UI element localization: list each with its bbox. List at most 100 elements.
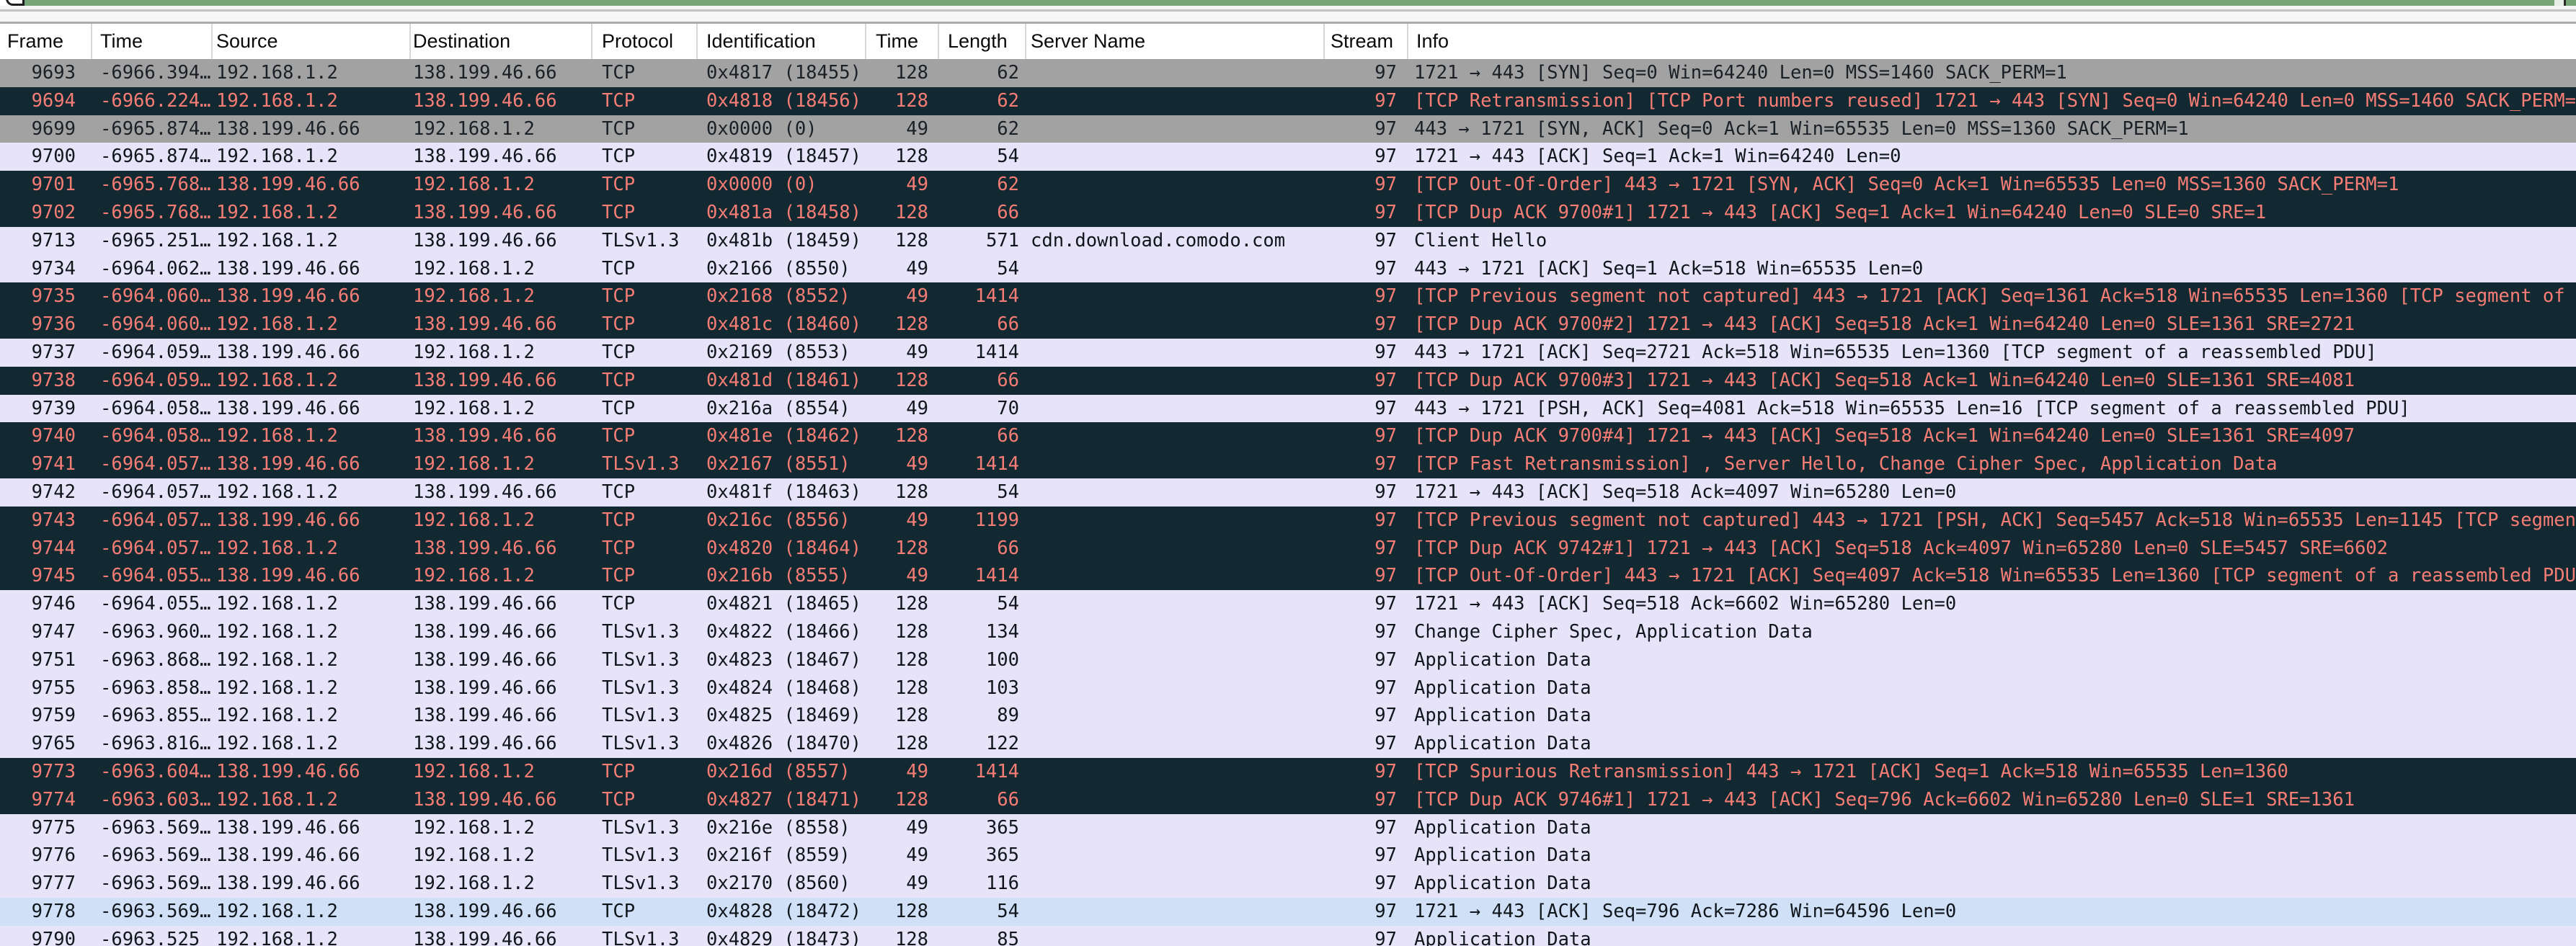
cell-frame: 9773	[31, 760, 76, 782]
cell-frame: 9737	[31, 341, 76, 363]
cell-destination: 192.168.1.2	[413, 844, 535, 867]
packet-row-9778[interactable]: 9778 -6963.569… 192.168.1.2 138.199.46.66 TC…	[0, 897, 2576, 926]
packet-list[interactable]: 9693 -6966.394… 192.168.1.2 138.199.46.66 TC…	[0, 59, 2576, 946]
packet-row-9743[interactable]: 9743 -6964.057… 138.199.46.66 192.168.1.2 TC…	[0, 506, 2576, 535]
packet-row-9775[interactable]: 9775 -6963.569… 138.199.46.66 192.168.1.2 TL…	[0, 813, 2576, 842]
packet-row-9701[interactable]: 9701 -6965.768… 138.199.46.66 192.168.1.2 TC…	[0, 171, 2576, 199]
cell-destination: 138.199.46.66	[413, 593, 557, 615]
cell-length: 54	[997, 593, 1019, 615]
cell-length: 85	[997, 928, 1019, 946]
cell-server-name	[1019, 702, 1325, 730]
cell-source: 192.168.1.2	[216, 369, 338, 391]
packet-row-9741[interactable]: 9741 -6964.057… 138.199.46.66 192.168.1.2 TL…	[0, 450, 2576, 478]
display-filter-bar[interactable]	[0, 0, 2576, 6]
packet-row-9755[interactable]: 9755 -6963.858… 192.168.1.2 138.199.46.66 TL…	[0, 674, 2576, 702]
cell-stream: 97	[1374, 677, 1397, 699]
column-header-server-name[interactable]: Server Name	[1026, 24, 1325, 59]
packet-row-9693[interactable]: 9693 -6966.394… 192.168.1.2 138.199.46.66 TC…	[0, 59, 2576, 87]
cell-identification: 0x4828 (18472)	[706, 900, 861, 922]
column-header-destination[interactable]: Destination	[411, 24, 592, 59]
cell-stream: 97	[1374, 900, 1397, 922]
packet-row-9737[interactable]: 9737 -6964.059… 138.199.46.66 192.168.1.2 TC…	[0, 338, 2576, 367]
cell-source: 192.168.1.2	[216, 593, 338, 615]
packet-row-9746[interactable]: 9746 -6964.055… 192.168.1.2 138.199.46.66 TC…	[0, 590, 2576, 618]
filter-input[interactable]	[25, 0, 2554, 6]
column-header-source[interactable]: Source	[213, 24, 411, 59]
packet-row-9735[interactable]: 9735 -6964.060… 138.199.46.66 192.168.1.2 TC…	[0, 282, 2576, 311]
cell-info: [TCP Dup ACK 9700#1] 1721 → 443 [ACK] Se…	[1414, 201, 2267, 223]
cell-time-2: 49	[906, 453, 928, 476]
packet-row-9742[interactable]: 9742 -6964.057… 192.168.1.2 138.199.46.66 TC…	[0, 478, 2576, 507]
cell-time-2: 128	[894, 425, 928, 447]
packet-row-9773[interactable]: 9773 -6963.604… 138.199.46.66 192.168.1.2 TC…	[0, 757, 2576, 786]
packet-row-9713[interactable]: 9713 -6965.251… 192.168.1.2 138.199.46.66 TL…	[0, 226, 2576, 255]
packet-row-9734[interactable]: 9734 -6964.062… 138.199.46.66 192.168.1.2 TC…	[0, 254, 2576, 283]
cell-time-2: 128	[894, 89, 928, 112]
cell-info: Application Data	[1414, 873, 1591, 895]
cell-frame: 9738	[31, 369, 76, 391]
cell-source: 138.199.46.66	[216, 760, 360, 782]
column-header-protocol[interactable]: Protocol	[592, 24, 698, 59]
cell-stream: 97	[1374, 453, 1397, 476]
packet-row-9700[interactable]: 9700 -6965.874… 192.168.1.2 138.199.46.66 TC…	[0, 143, 2576, 171]
column-header-stream[interactable]: Stream	[1325, 24, 1408, 59]
cell-identification: 0x4824 (18468)	[706, 677, 861, 699]
cell-source: 192.168.1.2	[216, 425, 338, 447]
cell-info: Application Data	[1414, 677, 1591, 699]
packet-row-9702[interactable]: 9702 -6965.768… 192.168.1.2 138.199.46.66 TC…	[0, 198, 2576, 227]
packet-row-9738[interactable]: 9738 -6964.059… 192.168.1.2 138.199.46.66 TC…	[0, 366, 2576, 395]
cell-frame: 9739	[31, 397, 76, 419]
packet-row-9739[interactable]: 9739 -6964.058… 138.199.46.66 192.168.1.2 TC…	[0, 394, 2576, 423]
packet-row-9774[interactable]: 9774 -6963.603… 192.168.1.2 138.199.46.66 TC…	[0, 785, 2576, 814]
packet-row-9759[interactable]: 9759 -6963.855… 192.168.1.2 138.199.46.66 TL…	[0, 702, 2576, 731]
cell-protocol: TCP	[602, 313, 636, 336]
cell-time: -6963.569…	[100, 816, 211, 839]
filter-bookmark-icon[interactable]	[6, 0, 25, 6]
cell-identification: 0x216d (8557)	[706, 760, 850, 782]
cell-frame: 9776	[31, 844, 76, 867]
packet-row-9740[interactable]: 9740 -6964.058… 192.168.1.2 138.199.46.66 TC…	[0, 422, 2576, 451]
packet-row-9745[interactable]: 9745 -6964.055… 138.199.46.66 192.168.1.2 TC…	[0, 562, 2576, 591]
cell-frame: 9774	[31, 788, 76, 811]
cell-source: 192.168.1.2	[216, 89, 338, 112]
packet-row-9744[interactable]: 9744 -6964.057… 192.168.1.2 138.199.46.66 TC…	[0, 534, 2576, 563]
cell-info: 443 → 1721 [ACK] Seq=1 Ack=518 Win=65535…	[1414, 257, 1924, 280]
filter-apply-area[interactable]	[2564, 0, 2576, 6]
cell-protocol: TCP	[602, 760, 636, 782]
cell-time: -6966.224…	[100, 89, 211, 112]
packet-row-9694[interactable]: 9694 -6966.224… 192.168.1.2 138.199.46.66 TC…	[0, 86, 2576, 115]
cell-identification: 0x481b (18459)	[706, 229, 861, 251]
cell-time: -6965.768…	[100, 201, 211, 223]
cell-protocol: TCP	[602, 174, 636, 196]
cell-identification: 0x481c (18460)	[706, 313, 861, 336]
cell-time-2: 128	[894, 313, 928, 336]
column-header-info[interactable]: Info	[1408, 24, 2576, 59]
packet-row-9736[interactable]: 9736 -6964.060… 192.168.1.2 138.199.46.66 TC…	[0, 311, 2576, 339]
cell-source: 138.199.46.66	[216, 453, 360, 476]
column-header-time-2[interactable]: Time	[866, 24, 939, 59]
packet-row-9699[interactable]: 9699 -6965.874… 138.199.46.66 192.168.1.2 TC…	[0, 115, 2576, 143]
packet-row-9765[interactable]: 9765 -6963.816… 192.168.1.2 138.199.46.66 TL…	[0, 730, 2576, 758]
packet-row-9751[interactable]: 9751 -6963.868… 192.168.1.2 138.199.46.66 TL…	[0, 646, 2576, 674]
cell-time: -6964.062…	[100, 257, 211, 280]
cell-info: [TCP Out-Of-Order] 443 → 1721 [ACK] Seq=…	[1414, 565, 2576, 587]
column-header-length[interactable]: Length	[939, 24, 1026, 59]
cell-frame: 9741	[31, 453, 76, 476]
cell-time: -6963.855…	[100, 705, 211, 727]
packet-row-9776[interactable]: 9776 -6963.569… 138.199.46.66 192.168.1.2 TL…	[0, 842, 2576, 870]
cell-source: 192.168.1.2	[216, 648, 338, 671]
column-header-frame[interactable]: Frame	[0, 24, 92, 59]
cell-source: 138.199.46.66	[216, 285, 360, 308]
packet-row-9777[interactable]: 9777 -6963.569… 138.199.46.66 192.168.1.2 TL…	[0, 870, 2576, 898]
cell-frame: 9790	[31, 928, 76, 946]
cell-time: -6965.874…	[100, 146, 211, 168]
cell-server-name	[1019, 59, 1325, 87]
cell-source: 138.199.46.66	[216, 397, 360, 419]
cell-length: 134	[985, 620, 1019, 643]
cell-time-2: 49	[906, 816, 928, 839]
packet-row-9790[interactable]: 9790 -6963.525 192.168.1.2 138.199.46.66 TLS…	[0, 925, 2576, 946]
column-header-time[interactable]: Time	[92, 24, 213, 59]
column-header-identification[interactable]: Identification	[698, 24, 866, 59]
packet-row-9747[interactable]: 9747 -6963.960… 192.168.1.2 138.199.46.66 TL…	[0, 617, 2576, 646]
cell-length: 1199	[974, 509, 1019, 531]
